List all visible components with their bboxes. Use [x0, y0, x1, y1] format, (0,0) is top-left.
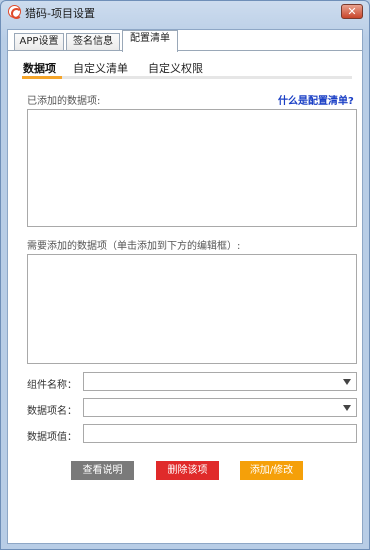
data-item-name-select[interactable] [83, 398, 357, 417]
added-items-list[interactable] [27, 109, 357, 227]
delete-item-button[interactable]: 删除该项 [156, 461, 219, 480]
component-name-select[interactable] [83, 372, 357, 391]
chevron-down-icon [343, 379, 351, 385]
subtab-data-items[interactable]: 数据项 [23, 60, 56, 76]
tab-divider [8, 50, 362, 51]
needed-items-list[interactable] [27, 254, 357, 364]
data-item-value-input[interactable] [83, 424, 357, 443]
component-name-label: 组件名称： [27, 380, 77, 391]
app-logo-icon [8, 5, 22, 19]
tab-app-settings[interactable]: APP设置 [14, 33, 64, 51]
close-button[interactable]: ✕ [341, 4, 363, 19]
subtab-custom-manifest[interactable]: 自定义清单 [73, 60, 128, 76]
subtab-custom-permissions[interactable]: 自定义权限 [148, 60, 203, 76]
help-link[interactable]: 什么是配置清单? [278, 92, 354, 107]
tab-config-manifest[interactable]: 配置清单 [122, 30, 178, 52]
subtab-underline [22, 76, 352, 79]
needed-items-label: 需要添加的数据项（单击添加到下方的编辑框）: [27, 241, 241, 252]
dialog-body: APP设置 签名信息 配置清单 数据项 自定义清单 自定义权限 已添加的数据项:… [7, 29, 363, 544]
add-modify-button[interactable]: 添加/修改 [240, 461, 303, 480]
data-item-name-label: 数据项名： [27, 406, 77, 417]
chevron-down-icon [343, 405, 351, 411]
title-bar: 猎码-项目设置 ✕ [1, 1, 369, 23]
added-items-label: 已添加的数据项: [27, 96, 101, 107]
active-subtab-indicator [22, 76, 62, 79]
project-settings-window: 猎码-项目设置 ✕ APP设置 签名信息 配置清单 数据项 自定义清单 自定义权… [0, 0, 370, 550]
tab-signature-info[interactable]: 签名信息 [66, 33, 120, 51]
data-item-value-label: 数据项值： [27, 432, 77, 443]
window-title: 猎码-项目设置 [25, 7, 95, 20]
view-help-button[interactable]: 查看说明 [71, 461, 134, 480]
